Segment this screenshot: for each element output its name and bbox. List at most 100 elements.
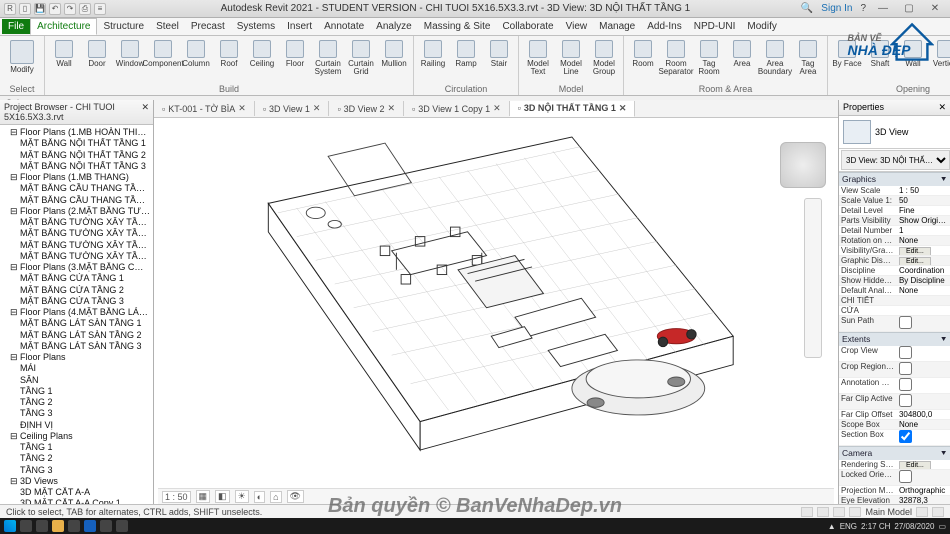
visual-style-icon[interactable]: ◧ xyxy=(215,490,230,503)
door-button[interactable]: Door xyxy=(82,38,112,68)
revit-icon[interactable]: R xyxy=(4,3,16,15)
tree-item[interactable]: MẶT BẰNG TƯỜNG XÂY TẦNG 1 xyxy=(2,217,151,228)
type-selector[interactable]: 3D View: 3D NỘI THẤ… xyxy=(841,150,950,170)
tree-item[interactable]: MẶT BẰNG NỘI THẤT TẦNG 3 xyxy=(2,161,151,172)
shadows-icon[interactable]: ◐ xyxy=(254,491,265,503)
property-checkbox[interactable] xyxy=(899,378,912,391)
ribbon-tab-analyze[interactable]: Analyze xyxy=(370,19,418,34)
property-row[interactable]: Far Clip Offset304800,0 xyxy=(839,410,950,420)
open-icon[interactable]: ▯ xyxy=(19,3,31,15)
tree-item[interactable]: MẶT BẰNG TƯỜNG XÂY TẦNG MÁI xyxy=(2,251,151,262)
tree-item[interactable]: TẦNG 2 xyxy=(2,453,151,464)
task-view-icon[interactable] xyxy=(36,520,48,532)
area-button[interactable]: Area xyxy=(727,38,757,68)
tag-room-button[interactable]: Tag Room xyxy=(694,38,724,76)
tree-item[interactable]: TẦNG 3 xyxy=(2,408,151,419)
model-text-button[interactable]: Model Text xyxy=(523,38,553,76)
main-model-label[interactable]: Main Model xyxy=(865,507,912,517)
tree-item[interactable]: MẶT BẰNG LÁT SÀN TẦNG 1 xyxy=(2,318,151,329)
signin-link[interactable]: Sign In xyxy=(821,3,852,14)
close-icon[interactable]: ✕ xyxy=(238,103,246,114)
edit-button[interactable]: Edit... xyxy=(899,257,931,265)
ribbon-tab-steel[interactable]: Steel xyxy=(150,19,185,34)
status-icon[interactable] xyxy=(833,507,845,517)
ribbon-tab-insert[interactable]: Insert xyxy=(281,19,318,34)
ribbon-tab-file[interactable]: File xyxy=(2,19,30,34)
property-row[interactable]: Detail Number1 xyxy=(839,226,950,236)
close-icon[interactable]: ✕ xyxy=(493,103,501,114)
property-row[interactable]: Sun Path xyxy=(839,316,950,332)
view-tab[interactable]: ▫3D View 1 Copy 1✕ xyxy=(404,101,510,116)
room-button[interactable]: Room xyxy=(628,38,658,68)
scale-display[interactable]: 1 : 50 xyxy=(162,491,191,503)
tree-item[interactable]: MẶT BẰNG CỬA TẦNG 2 xyxy=(2,285,151,296)
curtain-system-button[interactable]: Curtain System xyxy=(313,38,343,76)
3d-viewport[interactable] xyxy=(154,118,838,488)
property-row[interactable]: Graphic Displ…Edit... xyxy=(839,256,950,266)
clock-date[interactable]: 27/08/2020 xyxy=(894,522,934,531)
area-boundary-button[interactable]: Area Boundary xyxy=(760,38,790,76)
tree-item[interactable]: TẦNG 1 xyxy=(2,386,151,397)
property-row[interactable]: Crop Region … xyxy=(839,362,950,378)
close-icon[interactable]: ✕ xyxy=(938,102,946,113)
tree-item[interactable]: ĐỊNH VỊ xyxy=(2,420,151,431)
search-icon[interactable] xyxy=(20,520,32,532)
status-icon[interactable] xyxy=(849,507,861,517)
ribbon-tab-npd-uni[interactable]: NPD-UNI xyxy=(688,19,742,34)
property-checkbox[interactable] xyxy=(899,470,912,483)
view-tab[interactable]: ▫3D View 2✕ xyxy=(329,101,404,116)
tree-item[interactable]: ⊟ Floor Plans (2.MẶT BẰNG TƯỜNG XÂY) xyxy=(2,206,151,217)
notifications-icon[interactable]: ▭ xyxy=(938,522,946,531)
hide-isolate-icon[interactable]: 👁 xyxy=(287,490,304,503)
property-row[interactable]: Default Analy…None xyxy=(839,286,950,296)
sun-path-icon[interactable]: ☀ xyxy=(235,490,249,503)
viewcube[interactable] xyxy=(780,142,826,188)
property-row[interactable]: Projection Mo…Orthographic xyxy=(839,486,950,496)
property-row[interactable]: Locked Orient… xyxy=(839,470,950,486)
status-icon[interactable] xyxy=(932,507,944,517)
close-button[interactable]: ✕ xyxy=(926,3,944,14)
properties-header[interactable]: Properties✕ xyxy=(839,100,950,116)
tree-item[interactable]: MẶT BẰNG NỘI THẤT TẦNG 1 xyxy=(2,138,151,149)
properties-section-header[interactable]: Extents⯆ xyxy=(839,332,950,346)
mullion-button[interactable]: Mullion xyxy=(379,38,409,68)
ribbon-tab-annotate[interactable]: Annotate xyxy=(318,19,370,34)
properties-section-header[interactable]: Graphics⯆ xyxy=(839,172,950,186)
view-tab[interactable]: ▫KT-001 - TỜ BÌA✕ xyxy=(154,101,255,116)
tree-item[interactable]: MẶT BẰNG CẦU THANG TẦNG 2-3 xyxy=(2,195,151,206)
status-icon[interactable] xyxy=(801,507,813,517)
start-button[interactable] xyxy=(4,520,16,532)
tree-item[interactable]: MẶT BẰNG CỬA TẦNG 3 xyxy=(2,296,151,307)
clock-time[interactable]: 2:17 CH xyxy=(861,522,890,531)
window-button[interactable]: Window xyxy=(115,38,145,68)
room-separator-button[interactable]: Room Separator xyxy=(661,38,691,76)
tree-item[interactable]: TẦNG 1 xyxy=(2,442,151,453)
property-row[interactable]: CỬA xyxy=(839,306,950,316)
tree-item[interactable]: ⊟ Floor Plans (4.MẶT BẰNG LÁT SÀN) xyxy=(2,307,151,318)
tree-item[interactable]: ⊟ Floor Plans (1.MB HOÀN THIỆN) xyxy=(2,127,151,138)
explorer-icon[interactable] xyxy=(52,520,64,532)
chrome-icon[interactable] xyxy=(68,520,80,532)
tray-icon[interactable]: ▲ xyxy=(828,522,836,531)
save-icon[interactable]: 💾 xyxy=(34,3,46,15)
tree-item[interactable]: TẦNG 3 xyxy=(2,465,151,476)
curtain-grid-button[interactable]: Curtain Grid xyxy=(346,38,376,76)
close-icon[interactable]: ✕ xyxy=(388,103,396,114)
ribbon-tab-manage[interactable]: Manage xyxy=(593,19,641,34)
close-icon[interactable]: ✕ xyxy=(619,103,627,114)
close-icon[interactable]: ✕ xyxy=(141,102,149,122)
property-row[interactable]: DisciplineCoordination xyxy=(839,266,950,276)
status-icon[interactable] xyxy=(817,507,829,517)
property-row[interactable]: View Scale1 : 50 xyxy=(839,186,950,196)
property-row[interactable]: Scope BoxNone xyxy=(839,420,950,430)
tree-item[interactable]: MẶT BẰNG CỬA TẦNG 1 xyxy=(2,273,151,284)
view-control-bar[interactable]: 1 : 50 ▦ ◧ ☀ ◐ ⌂ 👁 xyxy=(158,488,834,504)
minimize-button[interactable]: — xyxy=(874,3,892,14)
modify-button[interactable]: Modify xyxy=(4,38,40,74)
model-group-button[interactable]: Model Group xyxy=(589,38,619,76)
project-browser-header[interactable]: Project Browser - CHI TUOI 5X16.5X3.3.rv… xyxy=(0,100,153,125)
wall-button[interactable]: Wall xyxy=(49,38,79,68)
tree-item[interactable]: MẶT BẰNG NỘI THẤT TẦNG 2 xyxy=(2,150,151,161)
tree-item[interactable]: ⊟ Ceiling Plans xyxy=(2,431,151,442)
tree-item[interactable]: TẦNG 2 xyxy=(2,397,151,408)
